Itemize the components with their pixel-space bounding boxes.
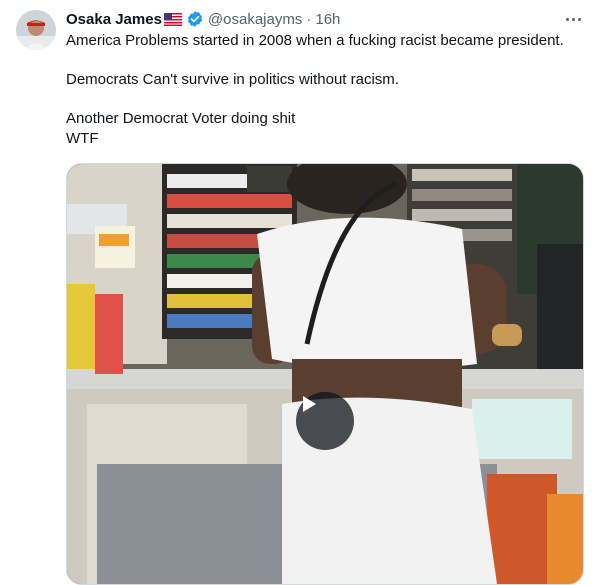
tweet-line: WTF — [66, 129, 99, 147]
tweet-line: Democrats Can't survive in politics with… — [66, 71, 399, 88]
us-flag-icon — [163, 12, 182, 26]
author-name[interactable]: Osaka James — [66, 11, 162, 28]
timestamp[interactable]: 16h — [315, 11, 340, 28]
play-icon[interactable] — [296, 392, 354, 450]
tweet-line: America Problems started in 2008 when a … — [66, 32, 564, 49]
verified-badge-icon[interactable] — [186, 10, 204, 28]
video-thumbnail — [67, 164, 583, 584]
tweet-header: Osaka James @osakajayms · 16h — [66, 9, 340, 29]
tweet[interactable]: Osaka James @osakajayms · 16h America Pr… — [0, 0, 607, 585]
avatar[interactable] — [16, 10, 56, 50]
tweet-text: America Problems started in 2008 when a … — [66, 31, 591, 148]
separator-dot: · — [306, 10, 312, 28]
author-handle[interactable]: @osakajayms — [208, 11, 302, 28]
video-player[interactable] — [66, 163, 584, 585]
more-options-icon[interactable] — [561, 10, 585, 28]
tweet-line: Another Democrat Voter doing shit — [66, 110, 296, 127]
